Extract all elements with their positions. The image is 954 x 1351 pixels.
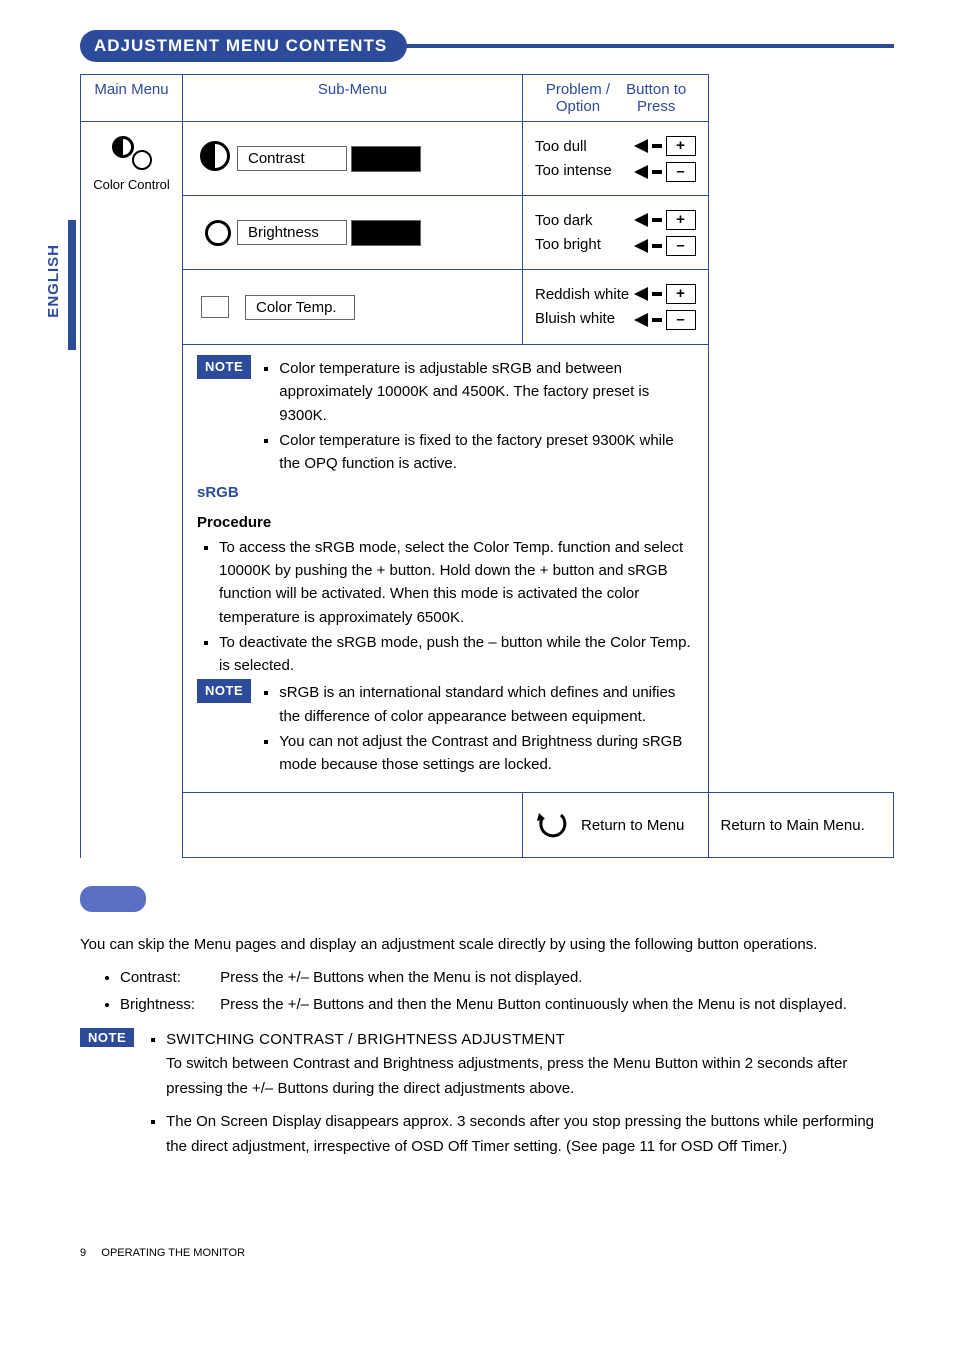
problem-row-contrast: Too dull Too intense + – — [523, 122, 708, 196]
direct-note-switching-text: To switch between Contrast and Brightnes… — [166, 1055, 847, 1097]
arrow-left-icon — [634, 165, 648, 179]
button-plus-row: + — [634, 136, 696, 156]
procedure-heading: Procedure — [197, 511, 694, 534]
footer-section: OPERATING THE MONITOR — [101, 1247, 245, 1259]
direct-note-osd-text: The On Screen Display disappears approx.… — [166, 1113, 874, 1155]
direct-note-switching: SWITCHING CONTRAST / BRIGHTNESS ADJUSTME… — [166, 1028, 894, 1102]
colortemp-label: Color Temp. — [245, 295, 355, 320]
brightness-label: Brightness — [237, 220, 347, 245]
colortemp-problem-reddish: Reddish white — [535, 283, 629, 307]
return-label: Return to Menu — [581, 817, 684, 834]
language-tab: ENGLISH — [45, 244, 62, 318]
srgb-note-block: NOTE Color temperature is adjustable sRG… — [183, 345, 708, 792]
minus-key: – — [666, 310, 696, 330]
contrast-problem-intense: Too intense — [535, 159, 612, 183]
submenu-colortemp: Color Temp. — [183, 270, 522, 344]
direct-section-pill — [80, 886, 146, 912]
note-badge: NOTE — [197, 679, 251, 703]
srgb-heading: sRGB — [197, 481, 694, 504]
plus-key: + — [666, 136, 696, 156]
arrow-left-icon — [634, 139, 648, 153]
brightness-problem-bright: Too bright — [535, 233, 601, 257]
problem-row-colortemp: Reddish white Bluish white + – — [523, 270, 708, 344]
main-menu-label: Color Control — [87, 177, 176, 194]
plus-key: + — [666, 284, 696, 304]
contrast-label: Contrast — [237, 146, 347, 171]
adjustment-menu-table: Main Menu Sub-Menu Problem / Option Butt… — [80, 74, 894, 858]
submenu-brightness: Brightness — [183, 196, 522, 270]
direct-note-osd: The On Screen Display disappears approx.… — [166, 1110, 894, 1160]
th-button-label: Button to Press — [619, 81, 694, 115]
submenu-contrast: Contrast — [183, 122, 522, 196]
problem-row-brightness: Too dark Too bright + – — [523, 196, 708, 270]
brightness-swatch — [351, 220, 421, 246]
arrow-left-icon — [634, 287, 648, 301]
direct-list: Contrast: Press the +/– Buttons when the… — [80, 966, 894, 1018]
minus-key: – — [666, 236, 696, 256]
procedure-access: To access the sRGB mode, select the Colo… — [219, 536, 694, 629]
return-description-cell: Return to Main Menu. — [709, 793, 894, 857]
brightness-problem-dark: Too dark — [535, 209, 601, 233]
color-control-icon — [112, 136, 152, 166]
brightness-icon — [198, 213, 232, 247]
return-description: Return to Main Menu. — [721, 817, 865, 834]
contrast-problem-dull: Too dull — [535, 135, 612, 159]
direct-item-brightness: Brightness: Press the +/– Buttons and th… — [120, 993, 894, 1018]
colortemp-icon — [201, 296, 229, 318]
direct-item-contrast: Contrast: Press the +/– Buttons when the… — [120, 966, 894, 991]
minus-key: – — [666, 162, 696, 182]
direct-intro: You can skip the Menu pages and display … — [80, 933, 894, 958]
note-color-temp-fixed: Color temperature is fixed to the factor… — [279, 429, 688, 476]
note-badge: NOTE — [80, 1028, 134, 1047]
button-minus-row: – — [634, 162, 696, 182]
th-problem-label: Problem / Option — [537, 81, 619, 115]
th-sub-menu: Sub-Menu — [183, 75, 523, 122]
section-title-rule — [405, 44, 894, 48]
language-tab-accent — [68, 220, 76, 350]
direct-note-block: NOTE SWITCHING CONTRAST / BRIGHTNESS ADJ… — [80, 1028, 894, 1168]
return-submenu: Return to Menu — [523, 793, 708, 857]
note-badge: NOTE — [197, 355, 251, 379]
note-srgb-standard: sRGB is an international standard which … — [279, 681, 688, 728]
main-menu-cell: Color Control — [81, 122, 182, 200]
direct-contrast-text: Press the +/– Buttons when the Menu is n… — [220, 969, 582, 986]
th-main-menu: Main Menu — [81, 75, 183, 122]
colortemp-problem-bluish: Bluish white — [535, 307, 629, 331]
plus-key: + — [666, 210, 696, 230]
arrow-left-icon — [634, 239, 648, 253]
section-header-wrap: ADJUSTMENT MENU CONTENTS — [80, 30, 894, 62]
direct-contrast-label: Contrast: — [120, 966, 216, 991]
return-icon — [535, 809, 567, 841]
page-footer: 9 OPERATING THE MONITOR — [80, 1247, 894, 1259]
contrast-icon — [200, 141, 230, 171]
direct-note-switching-heading: SWITCHING CONTRAST / BRIGHTNESS ADJUSTME… — [166, 1031, 565, 1048]
direct-brightness-label: Brightness: — [120, 993, 216, 1018]
page-number: 9 — [80, 1247, 86, 1259]
section-title: ADJUSTMENT MENU CONTENTS — [80, 30, 407, 62]
note-color-temp-adjustable: Color temperature is adjustable sRGB and… — [279, 357, 688, 427]
note-srgb-locked: You can not adjust the Contrast and Brig… — [279, 730, 688, 777]
direct-brightness-text: Press the +/– Buttons and then the Menu … — [220, 993, 890, 1018]
contrast-swatch — [351, 146, 421, 172]
procedure-deactivate: To deactivate the sRGB mode, push the – … — [219, 631, 694, 678]
arrow-left-icon — [634, 213, 648, 227]
th-problem: Problem / Option Button to Press — [523, 75, 709, 122]
arrow-left-icon — [634, 313, 648, 327]
